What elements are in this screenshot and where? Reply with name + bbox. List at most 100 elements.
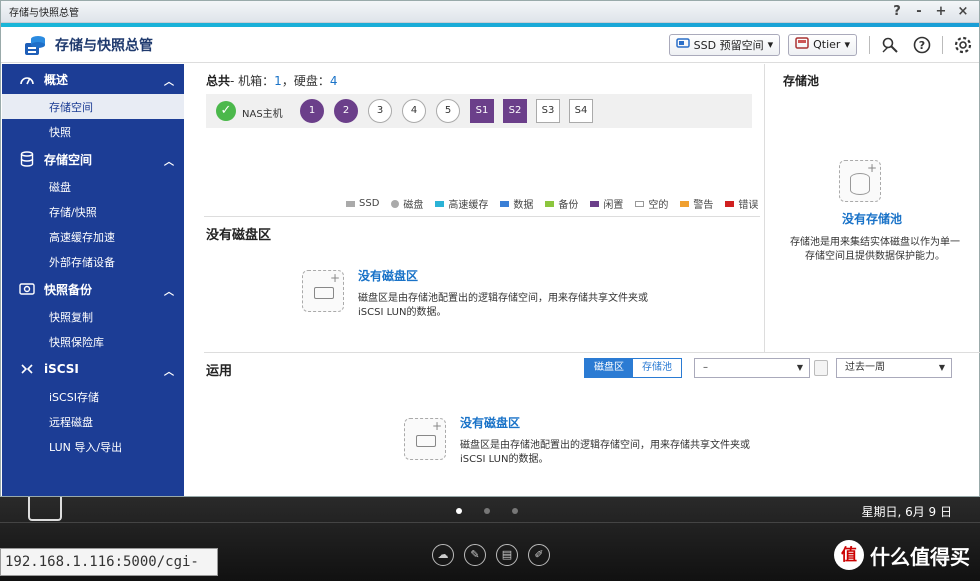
chevron-down-icon: ▼ — [938, 363, 945, 372]
sidebar-section-storage[interactable]: 存储空间 ︿ — [2, 144, 184, 174]
tools-icon[interactable]: ✎ — [464, 544, 486, 566]
app-header: 存储与快照总管 SSD 预留空间 ▾ Qtier ▾ ? — [1, 27, 979, 63]
legend-label: 警告 — [693, 200, 714, 211]
sidebar-item-lun-import-export[interactable]: LUN 导入/导出 — [2, 434, 184, 459]
dock-frame-icon — [28, 497, 62, 521]
add-storage-pool-icon[interactable]: + — [839, 160, 881, 202]
legend-swatch — [590, 200, 600, 207]
add-volume-icon[interactable]: + — [302, 270, 344, 312]
enclosure-count: 1 — [274, 74, 282, 88]
legend-item: SSD — [346, 196, 379, 211]
main-content: 总共- 机箱：1，硬盘：4 ✓ NAS主机 1 2 3 4 5 S1 S2 S3 S4 SSD 磁… — [186, 64, 980, 496]
window-controls: ? - + × — [891, 4, 979, 19]
sidebar-item-external-storage[interactable]: 外部存储设备 — [2, 249, 184, 274]
drive-icon — [416, 435, 436, 447]
sidebar-item-snapshot-replica[interactable]: 快照复制 — [2, 304, 184, 329]
close-button[interactable]: × — [957, 4, 969, 19]
legend-swatch — [725, 200, 735, 207]
window-titlebar: 存储与快照总管 ? - + × — [1, 1, 979, 23]
qtier-button[interactable]: Qtier ▾ — [788, 33, 857, 56]
database-icon — [850, 173, 870, 195]
storage-pool-description: 存储池是用来集结实体磁盘以作为单一存储空间且提供数据保护能力。 — [790, 237, 960, 262]
page-dot[interactable] — [512, 508, 518, 514]
disk-slot-s1[interactable]: S1 — [470, 99, 494, 123]
sidebar-item-snapshot[interactable]: 快照 — [2, 119, 184, 144]
book-icon[interactable]: ▤ — [496, 544, 518, 566]
disk-count: 4 — [329, 74, 338, 88]
no-storage-pool-link[interactable]: 没有存储池 — [765, 210, 979, 227]
header-divider — [869, 35, 870, 54]
disk-slot-1[interactable]: 1 — [300, 99, 324, 123]
page-dot[interactable] — [456, 508, 462, 514]
checkmark-icon: ✓ — [216, 101, 236, 121]
dock-date: 星期日, 6月 9 日 — [861, 505, 952, 519]
legend-item: 磁盘 — [391, 196, 423, 211]
usage-no-volume-link[interactable]: 没有磁盘区 — [460, 414, 520, 431]
disk-slot-4[interactable]: 4 — [402, 99, 426, 123]
snapshot-icon — [18, 280, 36, 298]
tab-storage-pool[interactable]: 存储池 — [633, 359, 681, 377]
disk-label: ，硬盘： — [281, 74, 330, 88]
no-volume-section-title: 没有磁盘区 — [206, 228, 272, 243]
legend-item: 闲置 — [590, 196, 623, 211]
sidebar-section-label: 快照备份 — [44, 282, 93, 297]
description-line: 磁盘区是由存储池配置出的逻辑存储空间，用来存储共享文件夹或 — [460, 440, 750, 451]
diagnostics-icon[interactable] — [880, 35, 900, 55]
window-title: 存储与快照总管 — [9, 8, 79, 19]
page-dot[interactable] — [484, 508, 490, 514]
legend-swatch — [346, 200, 355, 207]
divider — [204, 352, 980, 353]
trash-icon[interactable] — [814, 360, 828, 376]
drive-icon — [314, 287, 334, 299]
minimize-button[interactable]: - — [913, 4, 925, 19]
legend-label: 空的 — [648, 200, 669, 211]
ssd-icon — [675, 37, 690, 52]
add-volume-icon[interactable]: + — [404, 418, 446, 460]
address-bar-url[interactable]: 192.168.1.116:5000/cgi-bin/ — [0, 548, 218, 581]
sidebar-item-iscsi-storage[interactable]: iSCSI存储 — [2, 384, 184, 409]
volume-select[interactable]: – ▼ — [694, 358, 810, 378]
disk-slot-5[interactable]: 5 — [436, 99, 460, 123]
edit-icon[interactable]: ✐ — [528, 544, 550, 566]
iscsi-icon — [18, 360, 36, 378]
disk-slot-s4[interactable]: S4 — [569, 99, 593, 123]
legend-swatch — [435, 200, 445, 207]
time-range-select[interactable]: 过去一周 ▼ — [836, 358, 952, 378]
app-logo-icon — [23, 33, 47, 57]
description-line: iSCSI LUN的数据。 — [358, 307, 447, 318]
ssd-overprovision-button[interactable]: SSD 预留空间 ▾ — [668, 33, 781, 56]
sidebar-item-cache-acceleration[interactable]: 高速缓存加速 — [2, 224, 184, 249]
legend-item: 备份 — [545, 196, 578, 211]
no-volume-link[interactable]: 没有磁盘区 — [358, 267, 418, 284]
legend-label: 磁盘 — [403, 200, 424, 211]
qtier-button-label: Qtier — [813, 38, 841, 51]
sidebar-item-disks[interactable]: 磁盘 — [2, 174, 184, 199]
legend-item: 错误 — [725, 196, 758, 211]
sidebar-section-label: 存储空间 — [44, 152, 93, 167]
maximize-button[interactable]: + — [935, 4, 947, 19]
cloud-icon[interactable]: ☁ — [432, 544, 454, 566]
legend-label: 备份 — [558, 200, 579, 211]
legend-item: 空的 — [635, 196, 668, 211]
sidebar-item-storage-space[interactable]: 存储空间 — [2, 94, 184, 119]
disk-slot-s2[interactable]: S2 — [503, 99, 527, 123]
tab-volume[interactable]: 磁盘区 — [585, 359, 633, 377]
disk-slot-2[interactable]: 2 — [334, 99, 358, 123]
disk-slot-s3[interactable]: S3 — [536, 99, 560, 123]
help-icon[interactable]: ? — [912, 35, 932, 55]
chevron-up-icon: ︿ — [164, 77, 174, 88]
sidebar-section-snapshot-backup[interactable]: 快照备份 ︿ — [2, 274, 184, 304]
disk-slot-3[interactable]: 3 — [368, 99, 392, 123]
sidebar-section-overview[interactable]: 概述 ︿ — [2, 64, 184, 94]
sidebar-section-iscsi[interactable]: iSCSI ︿ — [2, 354, 184, 384]
sidebar-item-snapshot-vault[interactable]: 快照保险库 — [2, 329, 184, 354]
sidebar-section-label: 概述 — [44, 72, 69, 87]
help-window-button[interactable]: ? — [891, 4, 903, 19]
chevron-up-icon: ︿ — [164, 157, 174, 168]
legend-swatch — [680, 200, 690, 207]
chevron-up-icon: ︿ — [164, 367, 174, 378]
sidebar-item-remote-disk[interactable]: 远程磁盘 — [2, 409, 184, 434]
page-indicator — [456, 508, 518, 514]
gear-icon[interactable] — [953, 35, 973, 55]
sidebar-item-storage-snapshot[interactable]: 存储/快照 — [2, 199, 184, 224]
